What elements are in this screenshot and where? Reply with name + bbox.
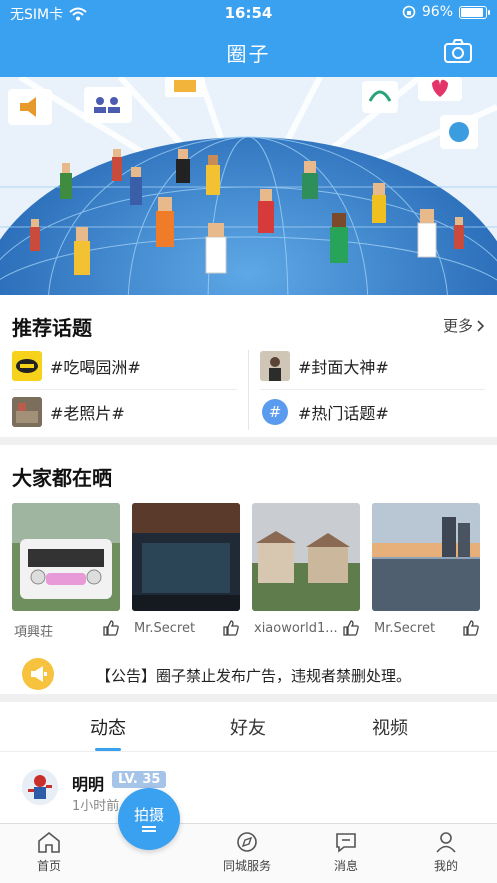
tab-friends[interactable]: 好友 bbox=[198, 714, 298, 740]
topic-item[interactable]: #封面大神# bbox=[260, 344, 389, 388]
gallery-meta: Mr.Secret bbox=[132, 619, 240, 639]
megaphone-icon bbox=[22, 658, 54, 690]
tab-profile[interactable]: 我的 bbox=[411, 830, 481, 874]
camera-icon[interactable] bbox=[443, 38, 473, 64]
tab-home[interactable]: 首页 bbox=[14, 830, 84, 874]
gallery-photo[interactable] bbox=[12, 503, 120, 611]
topic-item[interactable]: #吃喝园洲# bbox=[12, 344, 141, 388]
gallery-meta: Mr.Secret bbox=[372, 619, 480, 639]
tab-dynamics[interactable]: 动态 bbox=[58, 714, 158, 740]
gallery-card[interactable]: Mr.Secret bbox=[372, 503, 480, 636]
hashtag-icon: # bbox=[260, 397, 290, 427]
tab-local-services-label: 同城服务 bbox=[222, 859, 271, 873]
compass-icon bbox=[237, 832, 257, 852]
topics-divider-vertical bbox=[248, 350, 249, 430]
rotation-lock-icon bbox=[402, 5, 416, 19]
gallery-card[interactable]: xiaoworld1... bbox=[252, 503, 360, 636]
svg-text:#: # bbox=[269, 403, 282, 421]
feed-post[interactable]: 明明 LV. 35 1小时前 bbox=[0, 755, 497, 823]
gallery-meta: 項興荘 bbox=[12, 619, 120, 640]
feed-tabs: 动态 好友 视频 bbox=[0, 702, 497, 752]
menu-lines-icon bbox=[142, 830, 156, 832]
status-bar: 无SIM卡 16:54 96% bbox=[0, 0, 497, 26]
home-icon bbox=[38, 831, 60, 853]
status-right: 96% bbox=[402, 4, 490, 20]
shoot-button[interactable]: 拍摄 bbox=[118, 788, 180, 850]
more-label: 更多 bbox=[442, 317, 473, 335]
user-icon bbox=[436, 832, 456, 853]
topics-section-title: 推荐话题 bbox=[12, 316, 92, 340]
food-logo-icon bbox=[12, 351, 42, 381]
topics-more-link[interactable]: 更多 bbox=[443, 315, 485, 336]
gallery-photo[interactable] bbox=[252, 503, 360, 611]
topic-label: #封面大神# bbox=[298, 358, 389, 377]
announcement-text: 【公告】圈子禁止发布广告，违规者禁删处理。 bbox=[96, 667, 412, 685]
menu-lines-icon bbox=[142, 826, 156, 828]
bottom-tab-bar: 首页 同城服务 消息 我的 bbox=[0, 823, 497, 883]
shoot-label: 拍摄 bbox=[133, 806, 164, 824]
avatar[interactable] bbox=[22, 769, 58, 805]
thumbs-up-icon[interactable] bbox=[342, 619, 360, 637]
photo-gallery[interactable]: 項興荘 Mr.Secret xiaoworld1... Mr.Secret bbox=[12, 503, 497, 643]
chat-bubble-icon bbox=[336, 833, 356, 853]
tab-local-services[interactable]: 同城服务 bbox=[212, 830, 282, 874]
gallery-section-title: 大家都在晒 bbox=[12, 466, 112, 490]
thumbs-up-icon[interactable] bbox=[102, 619, 120, 637]
section-separator bbox=[0, 437, 497, 445]
topic-label: #吃喝园洲# bbox=[50, 358, 141, 377]
battery-percent: 96% bbox=[421, 4, 453, 20]
topic-thumbnail bbox=[260, 351, 290, 381]
banner-image[interactable] bbox=[0, 77, 497, 295]
gallery-photo[interactable] bbox=[132, 503, 240, 611]
gallery-card[interactable]: 項興荘 bbox=[12, 503, 120, 640]
tab-home-label: 首页 bbox=[36, 859, 61, 873]
active-tab-indicator bbox=[95, 748, 121, 751]
level-badge: LV. 35 bbox=[112, 771, 167, 788]
gallery-photo[interactable] bbox=[372, 503, 480, 611]
topic-item[interactable]: # #热门话题# bbox=[260, 390, 389, 434]
gallery-card[interactable]: Mr.Secret bbox=[132, 503, 240, 636]
topic-thumbnail bbox=[12, 397, 42, 427]
gallery-meta: xiaoworld1... bbox=[252, 619, 360, 639]
tab-messages-label: 消息 bbox=[333, 859, 358, 873]
app-header: 无SIM卡 16:54 96% 圈子 bbox=[0, 0, 497, 77]
tab-videos[interactable]: 视频 bbox=[340, 714, 440, 740]
thumbs-up-icon[interactable] bbox=[462, 619, 480, 637]
thumbs-up-icon[interactable] bbox=[222, 619, 240, 637]
gallery-author: xiaoworld1... bbox=[254, 621, 338, 636]
tab-profile-label: 我的 bbox=[433, 859, 458, 873]
battery-icon bbox=[459, 5, 490, 19]
gallery-author: Mr.Secret bbox=[134, 621, 196, 636]
topic-label: #热门话题# bbox=[298, 404, 389, 423]
tab-messages[interactable]: 消息 bbox=[311, 830, 381, 874]
topic-item[interactable]: #老照片# bbox=[12, 390, 125, 434]
announcement-bar[interactable]: 【公告】圈子禁止发布广告，违规者禁删处理。 bbox=[0, 652, 497, 696]
globe-people-illustration bbox=[0, 77, 497, 295]
post-author[interactable]: 明明 bbox=[72, 771, 104, 795]
topic-label: #老照片# bbox=[50, 404, 125, 423]
chevron-right-icon bbox=[477, 319, 485, 332]
section-separator bbox=[0, 694, 497, 702]
gallery-author: 項興荘 bbox=[14, 625, 54, 640]
post-timestamp: 1小时前 bbox=[72, 799, 120, 814]
page-title: 圈子 bbox=[226, 42, 271, 66]
gallery-author: Mr.Secret bbox=[374, 621, 436, 636]
